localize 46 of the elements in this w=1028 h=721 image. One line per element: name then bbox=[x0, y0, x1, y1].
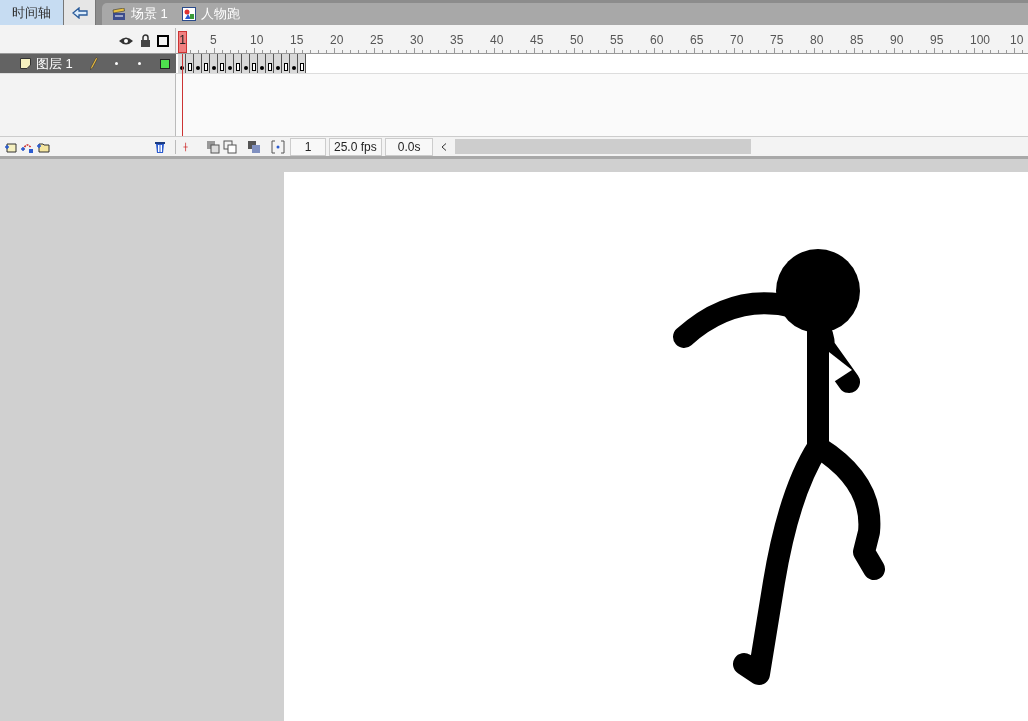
frame-number: 100 bbox=[970, 32, 991, 49]
frame-number: 85 bbox=[850, 32, 864, 49]
scrollbar-thumb[interactable] bbox=[455, 139, 752, 154]
shapes-icon bbox=[181, 7, 196, 21]
layer-name: 图层 1 bbox=[36, 54, 73, 73]
chevron-left-icon bbox=[441, 142, 448, 151]
end-frame[interactable] bbox=[298, 54, 306, 73]
frame-number: 20 bbox=[330, 32, 344, 49]
frame-rate: 25.0 fps bbox=[329, 137, 382, 156]
frame-number: 80 bbox=[810, 32, 824, 49]
frame-number: 1 bbox=[178, 31, 187, 53]
frame-number: 50 bbox=[570, 32, 584, 49]
pencil-icon bbox=[90, 57, 98, 70]
clapperboard-icon bbox=[112, 7, 126, 21]
frame-number: 75 bbox=[770, 32, 784, 49]
eye-icon[interactable] bbox=[118, 35, 134, 46]
frame-number: 40 bbox=[490, 32, 504, 49]
frame-number: 70 bbox=[730, 32, 744, 49]
frame-number: 45 bbox=[530, 32, 544, 49]
timeline-button[interactable]: 时间轴 bbox=[0, 0, 64, 25]
onion-skin-icon[interactable] bbox=[206, 139, 220, 154]
frame-number: 30 bbox=[410, 32, 424, 49]
outline-square-icon[interactable] bbox=[157, 34, 169, 47]
frame-number: 35 bbox=[450, 32, 464, 49]
frame-number: 65 bbox=[690, 32, 704, 49]
frame-number: 55 bbox=[610, 32, 624, 49]
current-frame: 1 bbox=[290, 137, 326, 156]
frame-number: 25 bbox=[370, 32, 384, 49]
frame-number: 5 bbox=[210, 32, 217, 49]
frame-number: 15 bbox=[290, 32, 304, 49]
trash-icon[interactable] bbox=[153, 139, 167, 154]
elapsed-time: 0.0s bbox=[384, 137, 434, 156]
left-arrow-icon bbox=[71, 6, 88, 19]
outline-color-icon[interactable] bbox=[160, 58, 170, 69]
frame-number: 90 bbox=[890, 32, 904, 49]
edit-frames-icon[interactable] bbox=[247, 139, 261, 154]
markers-icon[interactable] bbox=[271, 139, 285, 154]
layer-icon bbox=[20, 58, 31, 69]
frame-number: 10 bbox=[1010, 32, 1024, 49]
lock-icon[interactable] bbox=[140, 34, 151, 47]
frame-number: 60 bbox=[650, 32, 664, 49]
frame-number: 10 bbox=[250, 32, 264, 49]
back-button[interactable] bbox=[64, 0, 96, 25]
layer-row[interactable]: 图层 1 bbox=[0, 54, 176, 73]
frame-number: 95 bbox=[930, 32, 944, 49]
onion-outline-icon[interactable] bbox=[223, 139, 237, 154]
